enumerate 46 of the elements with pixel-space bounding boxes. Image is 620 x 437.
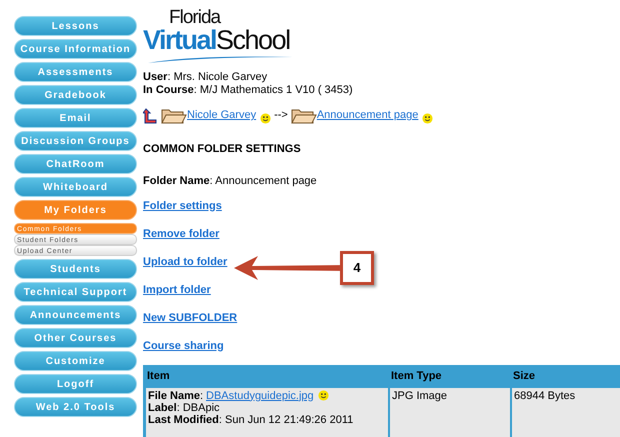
info-text: User: Mrs. Nicole Garvey (143, 71, 268, 84)
folder-name-text: Folder Name: Announcement page (143, 174, 318, 189)
nav-button[interactable]: Technical Support (14, 282, 137, 302)
nav-button[interactable]: Other Courses (14, 328, 137, 348)
nav-button[interactable]: Assessments (14, 62, 137, 82)
nav-button[interactable]: Students (14, 259, 137, 279)
nav-button[interactable]: Discussion Groups (14, 131, 137, 151)
action-link[interactable]: New SUBFOLDER (143, 310, 238, 324)
separator-text: --> (274, 108, 288, 123)
table-cell: 68944 Bytes (512, 388, 620, 437)
smiley-icon (318, 390, 329, 401)
nav-button[interactable]: Email (14, 108, 137, 128)
smiley-icon (260, 112, 272, 124)
nav-button[interactable]: Lessons (14, 16, 137, 36)
folder-icon (161, 108, 187, 124)
action-link[interactable]: Upload to folder (143, 254, 228, 268)
nav-button[interactable]: Logoff (14, 374, 137, 394)
logo: Florida VirtualSchool (143, 8, 308, 63)
label-text: Label: DBApic (148, 402, 221, 414)
modified-text: Last Modified: Sun Jun 12 21:49:26 2011 (148, 414, 354, 426)
nav-button[interactable]: ChatRoom (14, 154, 137, 174)
action-link[interactable]: Course sharing (143, 338, 224, 352)
column-header: Item (146, 368, 171, 384)
nav-button[interactable]: My Folders (14, 200, 137, 220)
file-link[interactable]: DBAstudyguidepic.jpg (206, 390, 314, 402)
up-arrow-icon (143, 108, 157, 124)
action-link[interactable]: Import folder (143, 282, 211, 296)
action-link[interactable]: Folder settings (143, 198, 222, 212)
file-name-label: File Name: (148, 390, 204, 402)
nav-button[interactable]: Whiteboard (14, 177, 137, 197)
section-heading: COMMON FOLDER SETTINGS (143, 142, 302, 156)
nav-button[interactable]: Announcements (14, 305, 137, 325)
nav-button[interactable]: Customize (14, 351, 137, 371)
info-text: In Course: M/J Mathematics 1 V10 ( 3453) (143, 84, 354, 97)
smiley-icon (422, 112, 434, 124)
action-link[interactable]: Remove folder (143, 226, 220, 240)
nav-button[interactable]: Course Information (14, 39, 137, 59)
nav-button[interactable]: Gradebook (14, 85, 137, 105)
column-header: Item Type (390, 368, 443, 384)
callout-number: 4 (340, 251, 374, 285)
column-header: Size (512, 368, 536, 384)
table-cell: JPG Image (390, 388, 510, 437)
breadcrumb-link[interactable]: Nicole Garvey (187, 107, 256, 124)
breadcrumb-link[interactable]: Announcement page (316, 107, 418, 124)
folder-icon (290, 108, 317, 124)
nav-button[interactable]: Web 2.0 Tools (14, 397, 137, 417)
